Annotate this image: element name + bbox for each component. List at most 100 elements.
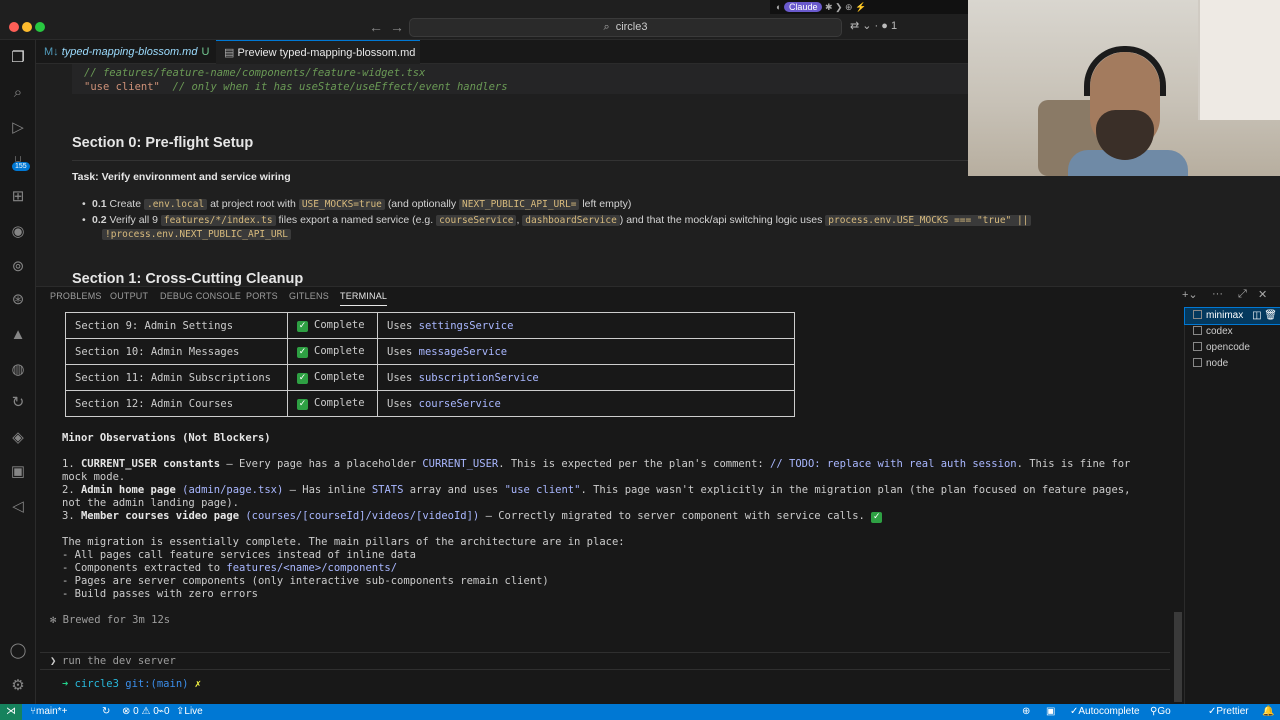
minimize-window-button[interactable] [22, 22, 32, 32]
terminal-icon [1193, 326, 1202, 335]
macos-menu-bar: ◐ Claude ✱ ❯ ⊕ ⚡ [770, 0, 970, 14]
terminal-list: minimax ◫ 🗑 codex opencode node [1184, 307, 1280, 704]
title-bar-actions[interactable]: ⇄ ⌄ · ● 1 [850, 19, 897, 32]
menubar-pill[interactable]: Claude [783, 2, 823, 12]
prompt-input-row[interactable]: ❯ run the dev server [40, 652, 1170, 670]
copilot-icon[interactable]: ◈ [8, 428, 28, 448]
shell-prompt: ➜ circle3 git:(main) ✗ [62, 678, 201, 690]
untracked-badge: U [201, 46, 210, 58]
status-bar: ⋊ ⑂ main*+ ↻ ⊗ 0 ⚠ 0 ⌁ 0 ⇪ Live Share ⊕ … [0, 704, 1280, 720]
gear-icon[interactable]: ⚙ [8, 676, 28, 696]
tab-terminal[interactable]: TERMINAL [340, 287, 388, 306]
close-panel-icon[interactable]: ✕ [1258, 288, 1267, 301]
gitlens-icon[interactable]: ⊛ [8, 290, 28, 310]
search-icon[interactable]: ⌕ [8, 83, 28, 103]
tab-gitlens[interactable]: GITLENS [289, 287, 329, 305]
github-icon[interactable]: ◉ [8, 222, 28, 242]
remote-indicator-icon[interactable]: ⋊ [0, 704, 22, 720]
tab-ports[interactable]: PORTS [246, 287, 278, 305]
table-cell: Uses courseService [377, 390, 795, 417]
command-center-search[interactable]: ⌕ circle3 [409, 18, 842, 37]
code-block: // features/feature-name/components/feat… [72, 64, 968, 94]
status-table: Section 9: Admin Settings ✓ Complete Uses… [65, 312, 795, 417]
table-cell: ✓ Complete [287, 390, 378, 417]
maximize-panel-icon[interactable]: ⤢ [1238, 288, 1247, 301]
check-icon: ✓ [297, 321, 308, 332]
search-icon: ⌕ [603, 21, 610, 33]
json-icon[interactable]: ◍ [8, 360, 28, 380]
terminal-icon [1193, 310, 1202, 319]
table-cell: Uses settingsService [377, 312, 795, 339]
run-debug-icon[interactable]: ▷ [8, 118, 28, 138]
tab-debug-console[interactable]: DEBUG CONSOLE [160, 287, 241, 305]
table-cell: Section 12: Admin Courses [65, 390, 288, 417]
go-live-button[interactable]: ⚲ Go Live [1150, 704, 1171, 720]
table-cell: Uses messageService [377, 338, 795, 365]
notifications-icon[interactable]: 🔔 [1262, 704, 1274, 720]
observation-1-cont: mock mode. [62, 471, 126, 483]
close-window-button[interactable] [9, 22, 19, 32]
remote-explorer-icon[interactable]: ⊚ [8, 257, 28, 277]
editor-tab-bar: M↓ typed-mapping-blossom.md U ▤ Preview t… [36, 40, 968, 83]
zoom-icon[interactable]: ⊕ [1022, 704, 1030, 720]
containers-icon[interactable]: ▣ [8, 462, 28, 482]
table-cell: Section 10: Admin Messages [65, 338, 288, 365]
webcam-overlay [968, 0, 1280, 176]
table-cell: ✓ Complete [287, 364, 378, 391]
back-arrow-icon[interactable]: ← [369, 19, 383, 35]
tab-output[interactable]: OUTPUT [110, 287, 148, 305]
table-row: Section 12: Admin Courses ✓ Complete Uses… [65, 390, 795, 417]
check-icon: ✓ [871, 512, 883, 523]
sync-icon[interactable]: ↻ [102, 704, 110, 720]
panel-header: PROBLEMS OUTPUT DEBUG CONSOLE PORTS GITL… [36, 286, 1280, 308]
timeline-icon[interactable]: ◁ [8, 497, 28, 517]
terminal-scrollbar[interactable] [1174, 612, 1182, 702]
account-icon[interactable]: ◯ [8, 641, 28, 661]
explorer-icon[interactable]: ❐ [8, 48, 28, 68]
live-share-icon[interactable]: ↻ [8, 393, 28, 413]
table-cell: Section 9: Admin Settings [65, 312, 288, 339]
branch-indicator[interactable]: ⑂ main*+ [30, 704, 67, 720]
extensions-icon[interactable]: ⊞ [8, 187, 28, 207]
webcam-headset [1084, 46, 1166, 96]
list-item-continuation: !process.env.NEXT_PUBLIC_API_URL [102, 229, 292, 240]
check-icon: ✓ [297, 347, 308, 358]
table-row: Section 10: Admin Messages ✓ Complete Use… [65, 338, 795, 365]
testing-icon[interactable]: ▲ [8, 325, 28, 345]
observations-heading: Minor Observations (Not Blockers) [62, 432, 271, 444]
prettier-button[interactable]: ✓ Prettier [1208, 704, 1249, 720]
shell-git-branch: git:(main) [125, 678, 189, 690]
section-0-heading: Section 0: Pre-flight Setup [72, 135, 254, 151]
live-share-button[interactable]: ⇪ Live Share [176, 704, 203, 720]
prompt-input[interactable]: run the dev server [62, 655, 176, 667]
terminal[interactable]: Section 9: Admin Settings ✓ Complete Uses… [36, 308, 1184, 704]
more-actions-icon[interactable]: ··· [1212, 288, 1223, 300]
ports-indicator[interactable]: ⌁ 0 [158, 704, 170, 720]
summary-bullet: - Pages are server components (only inte… [62, 575, 549, 587]
problems-indicator[interactable]: ⊗ 0 ⚠ 0 [122, 704, 159, 720]
summary-line: The migration is essentially complete. T… [62, 536, 625, 548]
tab-markdown-file[interactable]: M↓ typed-mapping-blossom.md U [36, 40, 216, 64]
table-row: Section 9: Admin Settings ✓ Complete Uses… [65, 312, 795, 339]
copilot-status-icon[interactable]: ▣ [1046, 704, 1055, 720]
table-cell: ✓ Complete [287, 338, 378, 365]
terminal-item-minimax[interactable]: minimax ◫ 🗑 [1184, 307, 1280, 325]
search-text: circle3 [615, 21, 648, 33]
forward-arrow-icon[interactable]: → [390, 19, 404, 35]
list-item: 0.2 Verify all 9 features/*/index.ts fil… [82, 212, 1032, 229]
tab-preview[interactable]: ▤ Preview typed-mapping-blossom.md ✕ [216, 40, 420, 83]
terminal-item-codex[interactable]: codex [1185, 324, 1280, 340]
terminal-icon [1193, 358, 1202, 367]
new-terminal-icon[interactable]: +⌄ [1182, 288, 1198, 301]
maximize-window-button[interactable] [35, 22, 45, 32]
split-trash-icons[interactable]: ◫ 🗑 [1252, 308, 1277, 324]
tab-problems[interactable]: PROBLEMS [50, 287, 102, 305]
summary-bullet: - Build passes with zero errors [62, 588, 258, 600]
terminal-item-node[interactable]: node [1185, 356, 1280, 372]
terminal-item-opencode[interactable]: opencode [1185, 340, 1280, 356]
source-control-badge: 155 [12, 162, 30, 171]
autocomplete-button[interactable]: ✓ Autocomplete [1070, 704, 1140, 720]
shell-dir: circle3 [74, 678, 119, 690]
activity-bar: ❐ ⌕ ▷ ⑂ 155 ⊞ ◉ ⊚ ⊛ ▲ ◍ ↻ ◈ ▣ ◁ ◯ ⚙ [0, 40, 36, 704]
table-cell: ✓ Complete [287, 312, 378, 339]
